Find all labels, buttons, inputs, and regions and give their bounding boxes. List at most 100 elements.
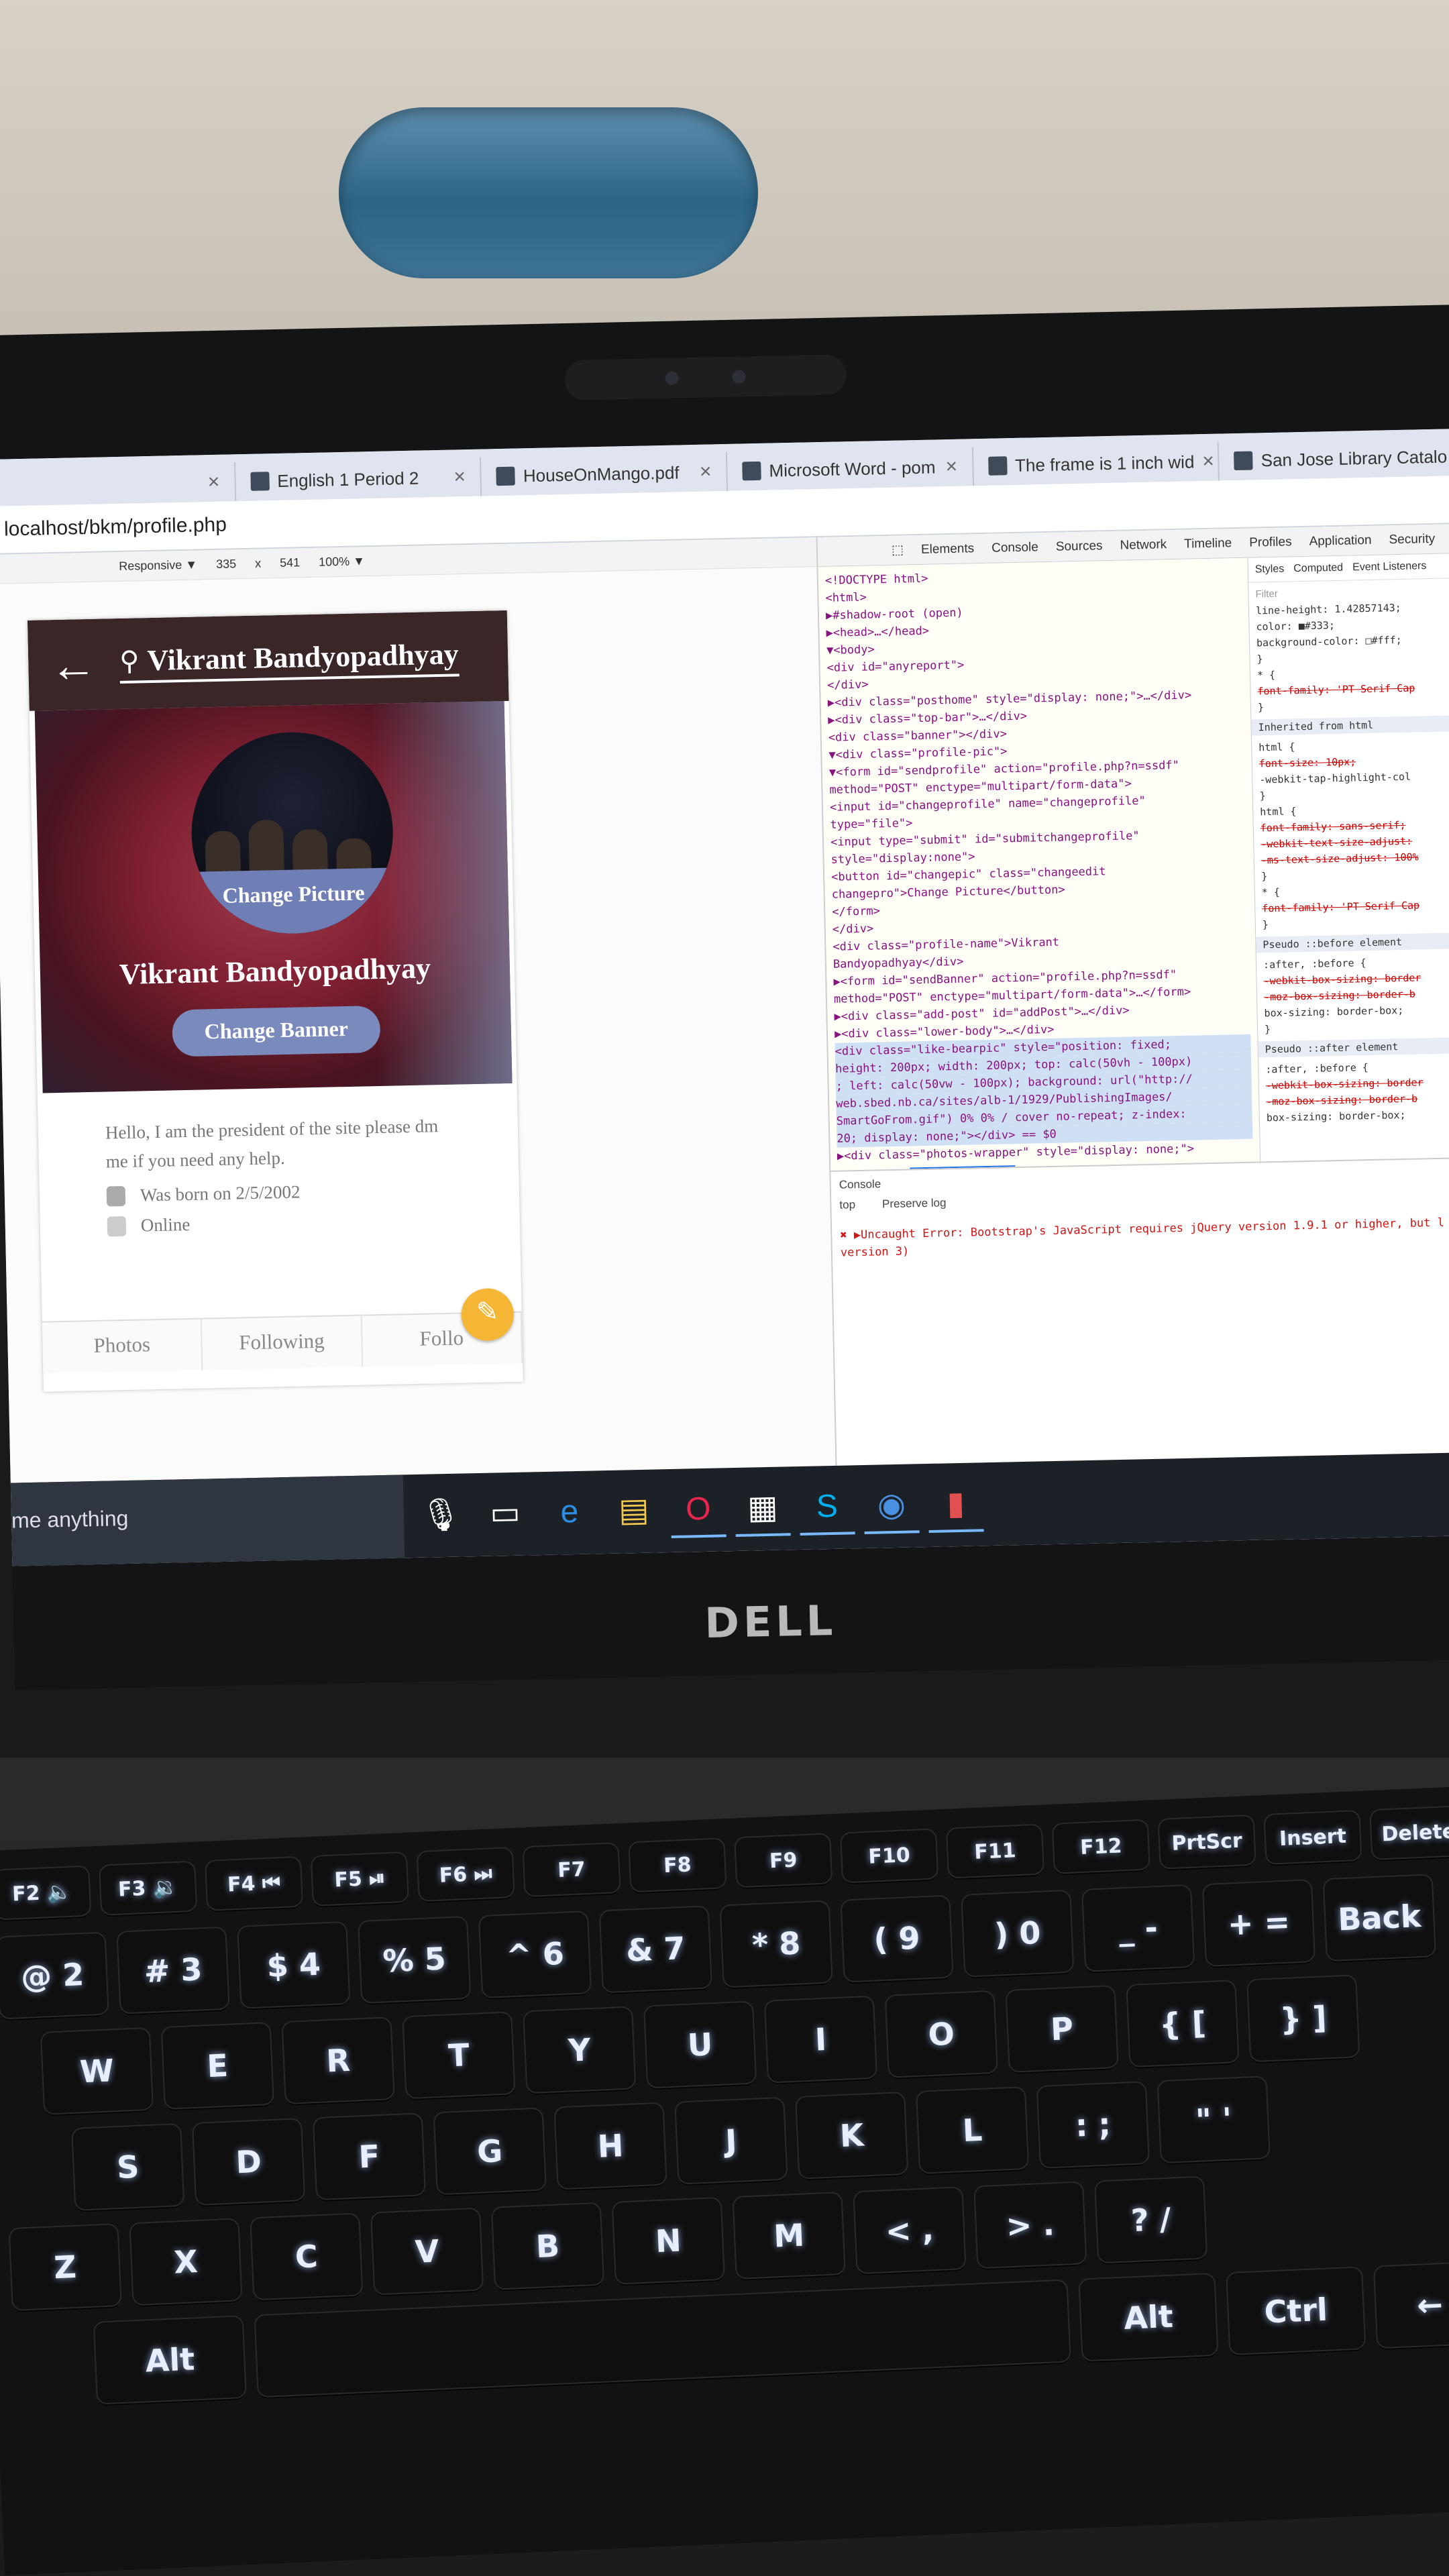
key[interactable]: L bbox=[916, 2087, 1028, 2173]
key[interactable]: S bbox=[72, 2124, 184, 2210]
close-icon[interactable]: × bbox=[945, 455, 957, 478]
key[interactable]: ( 9 bbox=[841, 1896, 953, 1982]
space-bar[interactable] bbox=[255, 2280, 1070, 2397]
key[interactable]: F8 bbox=[629, 1839, 726, 1892]
key[interactable]: D bbox=[193, 2119, 305, 2204]
skype-icon[interactable]: S bbox=[799, 1479, 855, 1536]
key[interactable]: F12 bbox=[1053, 1820, 1149, 1873]
responsive-select[interactable]: Responsive ▼ bbox=[119, 557, 197, 573]
key[interactable]: @ 2 bbox=[0, 1933, 108, 2019]
close-icon[interactable]: × bbox=[207, 471, 219, 494]
change-picture-button[interactable]: Change Picture bbox=[192, 867, 395, 936]
devtools-tab[interactable]: Application bbox=[1309, 533, 1371, 549]
tab-following[interactable]: Following bbox=[202, 1316, 363, 1371]
key[interactable]: > . bbox=[975, 2182, 1086, 2268]
key[interactable]: Alt bbox=[1079, 2273, 1218, 2361]
viewport-height[interactable]: 541 bbox=[280, 555, 300, 570]
key[interactable]: } ] bbox=[1248, 1976, 1359, 2061]
app-icon[interactable]: ▮ bbox=[927, 1477, 984, 1533]
key[interactable]: PrtScr bbox=[1159, 1815, 1255, 1868]
close-icon[interactable]: × bbox=[700, 460, 712, 483]
key[interactable]: E bbox=[162, 2023, 273, 2108]
key[interactable]: N bbox=[612, 2198, 724, 2284]
styles-pane[interactable]: Styles Computed Event Listeners Filter l… bbox=[1247, 553, 1449, 1162]
key[interactable]: + = bbox=[1203, 1880, 1315, 1966]
key[interactable]: < , bbox=[854, 2188, 965, 2273]
console-context[interactable]: top bbox=[839, 1198, 855, 1212]
browser-tab[interactable]: English 1 Period 2 × bbox=[235, 457, 482, 502]
chrome-icon[interactable]: ◉ bbox=[863, 1478, 920, 1534]
key[interactable]: C bbox=[251, 2214, 362, 2300]
opera-icon[interactable]: O bbox=[670, 1482, 727, 1539]
key[interactable]: * 8 bbox=[720, 1901, 832, 1987]
key[interactable]: F2 🔈 bbox=[0, 1866, 91, 1919]
key[interactable]: H bbox=[555, 2103, 666, 2189]
cortana-search-text[interactable]: me anything bbox=[11, 1506, 129, 1533]
close-icon[interactable]: × bbox=[453, 466, 466, 488]
inspect-icon[interactable]: ⬚ bbox=[892, 542, 904, 557]
key[interactable]: F5 ⏯ bbox=[311, 1852, 408, 1905]
devtools-tab[interactable]: Timeline bbox=[1184, 536, 1232, 551]
key[interactable]: W bbox=[41, 2028, 152, 2114]
devtools-tab[interactable]: Network bbox=[1120, 537, 1167, 553]
key[interactable]: O bbox=[885, 1991, 997, 2077]
key[interactable]: V bbox=[372, 2208, 483, 2294]
key[interactable]: J bbox=[676, 2098, 787, 2184]
key[interactable]: ← bbox=[1375, 2262, 1449, 2348]
key[interactable]: Delete bbox=[1371, 1806, 1449, 1859]
edge-icon[interactable]: e bbox=[541, 1485, 598, 1541]
key[interactable]: ^ 6 bbox=[479, 1912, 591, 1998]
close-icon[interactable]: × bbox=[1202, 450, 1214, 473]
key[interactable]: F4 ⏮ bbox=[205, 1857, 302, 1910]
viewport-width[interactable]: 335 bbox=[216, 557, 236, 572]
key[interactable]: F bbox=[313, 2114, 425, 2200]
tab-styles[interactable]: Styles bbox=[1254, 561, 1285, 578]
key[interactable]: Z bbox=[9, 2224, 121, 2310]
browser-tab[interactable]: HouseOnMango.pdf × bbox=[481, 451, 729, 496]
key[interactable]: B bbox=[492, 2203, 604, 2289]
key[interactable]: G bbox=[434, 2108, 545, 2194]
cortana-search[interactable]: me anything bbox=[10, 1474, 405, 1566]
key[interactable]: : ; bbox=[1037, 2082, 1148, 2168]
key[interactable]: Back bbox=[1324, 1875, 1435, 1961]
key[interactable]: M bbox=[733, 2193, 845, 2278]
key[interactable]: " ' bbox=[1158, 2077, 1269, 2163]
key[interactable]: I bbox=[765, 1996, 876, 2082]
tab-event-listeners[interactable]: Event Listeners bbox=[1352, 558, 1427, 576]
key[interactable]: & 7 bbox=[600, 1907, 711, 1992]
store-icon[interactable]: ▦ bbox=[735, 1481, 791, 1538]
devtools-tab[interactable]: Security bbox=[1389, 531, 1435, 547]
file-explorer-icon[interactable]: ▤ bbox=[606, 1483, 662, 1540]
key[interactable]: F9 bbox=[735, 1834, 832, 1887]
key[interactable]: { [ bbox=[1127, 1981, 1238, 2067]
key[interactable]: X bbox=[130, 2219, 241, 2305]
key[interactable]: # 3 bbox=[117, 1927, 229, 2013]
key[interactable]: % 5 bbox=[359, 1917, 470, 2002]
preserve-log-checkbox[interactable]: Preserve log bbox=[882, 1196, 947, 1211]
task-view-icon[interactable]: ▭ bbox=[477, 1486, 533, 1542]
profile-search[interactable]: ⚲ Vikrant Bandyopadhyay bbox=[119, 637, 460, 684]
key[interactable]: R bbox=[282, 2018, 394, 2103]
tab-photos[interactable]: Photos bbox=[42, 1319, 203, 1374]
microphone-icon[interactable]: 🎙 bbox=[413, 1487, 469, 1544]
devtools-tab[interactable]: Elements bbox=[921, 541, 975, 557]
key[interactable]: F3 🔉 bbox=[100, 1862, 197, 1915]
key[interactable]: F10 bbox=[841, 1829, 938, 1882]
browser-tab[interactable]: San Jose Library Catalo× bbox=[1219, 436, 1449, 481]
devtools-tab[interactable]: Profiles bbox=[1249, 535, 1292, 550]
address-url[interactable]: localhost/bkm/profile.php bbox=[4, 514, 227, 541]
zoom-select[interactable]: 100% ▼ bbox=[319, 554, 365, 569]
devtools-tab[interactable]: Console bbox=[991, 540, 1038, 555]
key[interactable]: $ 4 bbox=[238, 1922, 350, 2008]
elements-tree[interactable]: <!DOCTYPE html> <html> ▶#shadow-root (open… bbox=[818, 557, 1260, 1171]
key[interactable]: _ - bbox=[1083, 1885, 1194, 1971]
change-banner-button[interactable]: Change Banner bbox=[172, 1005, 381, 1057]
browser-tab[interactable]: × bbox=[0, 462, 236, 506]
tab-computed[interactable]: Computed bbox=[1293, 560, 1343, 578]
back-arrow-icon[interactable]: ← bbox=[49, 638, 97, 691]
key[interactable]: Ctrl bbox=[1227, 2267, 1365, 2354]
key[interactable]: ? / bbox=[1095, 2177, 1207, 2263]
key[interactable]: F7 bbox=[523, 1843, 620, 1896]
key[interactable]: K bbox=[796, 2092, 908, 2178]
devtools-tab[interactable]: Sources bbox=[1056, 539, 1103, 554]
